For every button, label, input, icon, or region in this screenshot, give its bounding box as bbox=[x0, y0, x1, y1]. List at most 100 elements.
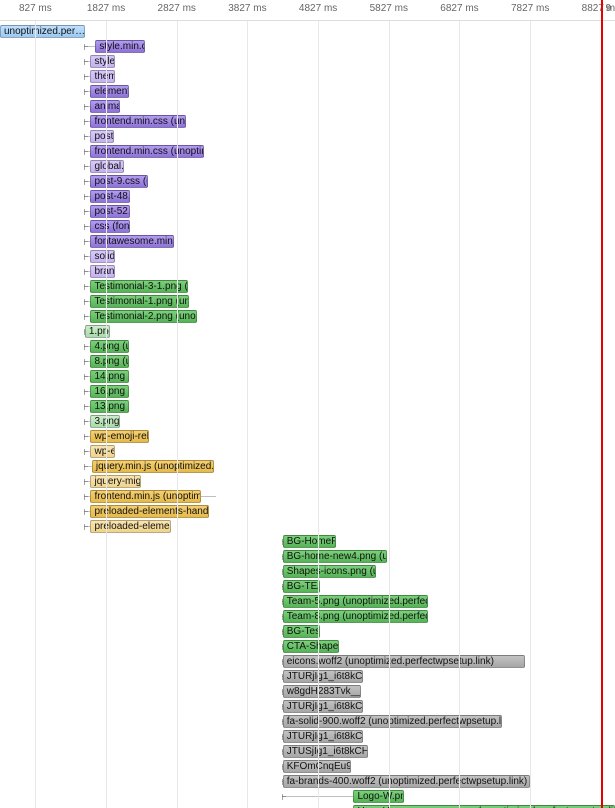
request-bar[interactable]: global.css… bbox=[90, 160, 123, 173]
request-bar[interactable]: JTUSjIg1_i6t8kCHKm459W… bbox=[283, 745, 368, 758]
request-row[interactable]: wp-emoji-release.… bbox=[0, 429, 615, 444]
request-bar[interactable]: BG-Testem… bbox=[283, 625, 320, 638]
request-row[interactable]: Testimonial-3-1.png (unoptimiz… bbox=[0, 279, 615, 294]
request-row[interactable]: elementor-ic… bbox=[0, 84, 615, 99]
request-row[interactable]: Team-8.png (unoptimized.perfectwpsetup.l… bbox=[0, 609, 615, 624]
request-bar[interactable]: fa-brands-400.woff2 (unoptimized.perfect… bbox=[283, 775, 530, 788]
request-row[interactable]: KFOmCnqEu92Fr1Mu4… bbox=[0, 759, 615, 774]
request-bar[interactable]: preloaded-elements-handlers.min.js (… bbox=[90, 505, 209, 518]
request-bar[interactable]: post-52.css … bbox=[90, 205, 130, 218]
request-row[interactable]: fa-solid-900.woff2 (unoptimized.perfectw… bbox=[0, 714, 615, 729]
request-row[interactable]: frontend.min.js (unoptimized.perfe… bbox=[0, 489, 615, 504]
request-row[interactable]: style.min.css (un… bbox=[0, 39, 615, 54]
request-bar[interactable]: frontend.min.css (unoptimized… bbox=[90, 115, 185, 128]
request-row[interactable]: JTUSjIg1_i6t8kCHKm459W… bbox=[0, 744, 615, 759]
request-row[interactable]: BG-home-new4.png (unoptimized.… bbox=[0, 549, 615, 564]
request-row[interactable]: JTURjIg1_i6t8kCHKm45_Z… bbox=[0, 729, 615, 744]
request-row[interactable]: 8.png (unop… bbox=[0, 354, 615, 369]
request-bar[interactable]: BG-home-new4.png (unoptimized.… bbox=[283, 550, 388, 563]
request-bar[interactable]: frontend.min.css (unoptimized.perf… bbox=[90, 145, 203, 158]
request-row[interactable]: 14.png (uno… bbox=[0, 369, 615, 384]
request-bar[interactable]: theme… bbox=[90, 70, 115, 83]
request-row[interactable]: fa-brands-400.woff2 (unoptimized.perfect… bbox=[0, 774, 615, 789]
request-row[interactable]: wp-emb… bbox=[0, 444, 615, 459]
request-bar[interactable]: fontawesome.min.css (unop… bbox=[90, 235, 173, 248]
request-bar[interactable]: post-9.css (unopti… bbox=[90, 175, 148, 188]
request-row[interactable]: eicons.woff2 (unoptimized.perfectwpsetup… bbox=[0, 654, 615, 669]
request-row[interactable]: Testimonial-1.png (unoptimized… bbox=[0, 294, 615, 309]
request-row[interactable]: Shapes-icons.png (unoptimiz… bbox=[0, 564, 615, 579]
gridline bbox=[459, 0, 460, 808]
request-row[interactable]: 3.png (u… bbox=[0, 414, 615, 429]
request-bar[interactable]: css (fonts.g… bbox=[90, 220, 130, 233]
request-bar[interactable]: w8gdH283Tvk__Lua32Tysj… bbox=[283, 685, 361, 698]
request-bar[interactable]: 13.png (uno… bbox=[90, 400, 129, 413]
request-row[interactable]: brands.… bbox=[0, 264, 615, 279]
request-bar[interactable]: post-1… bbox=[90, 130, 113, 143]
request-row[interactable]: BG-TEAN-H… bbox=[0, 579, 615, 594]
request-row[interactable]: preloaded-elements-hand… bbox=[0, 519, 615, 534]
request-bar[interactable]: fa-solid-900.woff2 (unoptimized.perfectw… bbox=[283, 715, 502, 728]
request-bar[interactable]: 16.png (uno… bbox=[90, 385, 129, 398]
request-bar[interactable]: JTURjIg1_i6t8kCHKm45_cJ… bbox=[283, 670, 363, 683]
request-row[interactable]: animatio… bbox=[0, 99, 615, 114]
request-row[interactable]: post-1… bbox=[0, 129, 615, 144]
request-bar[interactable]: Logo-W.png (un… bbox=[353, 790, 404, 803]
request-row[interactable]: BG-HomePage-Hig… bbox=[0, 534, 615, 549]
request-bar[interactable]: jquery.min.js (unoptimized.perfectwp… bbox=[92, 460, 214, 473]
request-bar[interactable]: preloaded-elements-hand… bbox=[90, 520, 171, 533]
request-row[interactable]: post-48.css … bbox=[0, 189, 615, 204]
request-bar[interactable]: elementor-ic… bbox=[90, 85, 128, 98]
request-row[interactable]: Hero-Home-page-new.png (unoptimized.perf… bbox=[0, 804, 615, 808]
request-bar[interactable]: Team-8.png (unoptimized.perfectwpsetup.l… bbox=[283, 610, 429, 623]
request-row[interactable]: 13.png (uno… bbox=[0, 399, 615, 414]
request-bar[interactable]: 8.png (unop… bbox=[90, 355, 128, 368]
request-row[interactable]: preloaded-elements-handlers.min.js (… bbox=[0, 504, 615, 519]
request-row[interactable]: style.m… bbox=[0, 54, 615, 69]
request-bar[interactable]: post-48.css … bbox=[90, 190, 130, 203]
request-bar[interactable]: Team-5.png (unoptimized.perfectwpsetup.l… bbox=[283, 595, 429, 608]
request-bar[interactable]: Shapes-icons.png (unoptimiz… bbox=[283, 565, 376, 578]
request-bar[interactable]: solid.m… bbox=[90, 250, 115, 263]
request-row[interactable]: post-9.css (unopti… bbox=[0, 174, 615, 189]
request-row[interactable]: w8gdH283Tvk__Lua32Tysj… bbox=[0, 684, 615, 699]
request-bar[interactable]: jquery-migrate.… bbox=[90, 475, 141, 488]
request-bar[interactable]: BG-HomePage-Hig… bbox=[283, 535, 337, 548]
request-row[interactable]: jquery.min.js (unoptimized.perfectwp… bbox=[0, 459, 615, 474]
request-row[interactable]: Logo-W.png (un… bbox=[0, 789, 615, 804]
request-row[interactable]: theme… bbox=[0, 69, 615, 84]
request-row[interactable]: frontend.min.css (unoptimized… bbox=[0, 114, 615, 129]
request-bar[interactable]: CTA-Shapes.png (… bbox=[283, 640, 340, 653]
request-row[interactable]: 4.png (unop… bbox=[0, 339, 615, 354]
request-row[interactable]: global.css… bbox=[0, 159, 615, 174]
request-row[interactable]: unoptimized.per… bbox=[0, 24, 615, 39]
request-bar[interactable]: KFOmCnqEu92Fr1Mu4… bbox=[283, 760, 351, 773]
request-bar[interactable]: frontend.min.js (unoptimized.perfe… bbox=[90, 490, 201, 503]
request-row[interactable]: post-52.css … bbox=[0, 204, 615, 219]
request-bar[interactable]: BG-TEAN-H… bbox=[283, 580, 320, 593]
request-bar[interactable]: eicons.woff2 (unoptimized.perfectwpsetup… bbox=[283, 655, 525, 668]
request-row[interactable]: solid.m… bbox=[0, 249, 615, 264]
request-bar[interactable]: style.m… bbox=[90, 55, 115, 68]
request-row[interactable]: BG-Testem… bbox=[0, 624, 615, 639]
request-bar[interactable]: 4.png (unop… bbox=[90, 340, 128, 353]
request-row[interactable]: Team-5.png (unoptimized.perfectwpsetup.l… bbox=[0, 594, 615, 609]
request-bar[interactable]: wp-emb… bbox=[90, 445, 115, 458]
request-bar[interactable]: brands.… bbox=[90, 265, 115, 278]
request-bar[interactable]: wp-emoji-release.… bbox=[90, 430, 149, 443]
request-bar[interactable]: JTURjIg1_i6t8kCHKm45_Z… bbox=[283, 730, 363, 743]
request-row[interactable]: frontend.min.css (unoptimized.perf… bbox=[0, 144, 615, 159]
request-bar[interactable]: style.min.css (un… bbox=[95, 40, 144, 53]
request-row[interactable]: JTURjIg1_i6t8kCHKm45_aZ… bbox=[0, 699, 615, 714]
request-row[interactable]: 1.png (… bbox=[0, 324, 615, 339]
request-row[interactable]: fontawesome.min.css (unop… bbox=[0, 234, 615, 249]
request-row[interactable]: CTA-Shapes.png (… bbox=[0, 639, 615, 654]
request-bar[interactable]: unoptimized.per… bbox=[0, 25, 85, 38]
request-row[interactable]: jquery-migrate.… bbox=[0, 474, 615, 489]
request-bar[interactable]: JTURjIg1_i6t8kCHKm45_aZ… bbox=[283, 700, 363, 713]
request-row[interactable]: JTURjIg1_i6t8kCHKm45_cJ… bbox=[0, 669, 615, 684]
request-row[interactable]: 16.png (uno… bbox=[0, 384, 615, 399]
request-row[interactable]: css (fonts.g… bbox=[0, 219, 615, 234]
request-bar[interactable]: 14.png (uno… bbox=[90, 370, 129, 383]
request-row[interactable]: Testimonial-2.png (unoptimized.p… bbox=[0, 309, 615, 324]
